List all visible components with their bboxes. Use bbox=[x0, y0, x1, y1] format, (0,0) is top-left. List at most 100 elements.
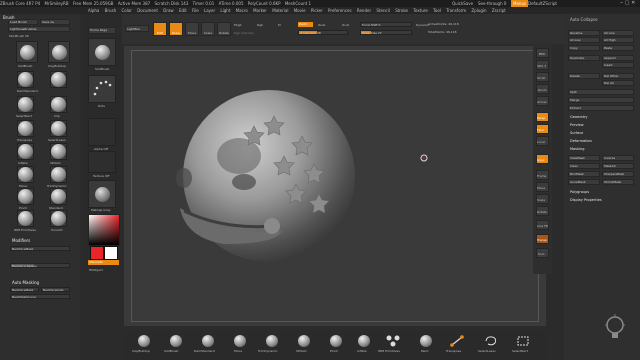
delete-button[interactable]: Delete bbox=[568, 73, 600, 79]
menu-light[interactable]: Light bbox=[220, 8, 230, 13]
move-brush-icon[interactable] bbox=[234, 335, 246, 347]
material-thumb[interactable] bbox=[88, 180, 116, 208]
backface-radius-slider[interactable]: Backface Radius bbox=[10, 263, 70, 268]
blur-mask-button[interactable]: BlurMask bbox=[568, 171, 600, 177]
insert-button[interactable]: Insert bbox=[602, 62, 634, 68]
grow-mask-button[interactable]: GrowMask bbox=[568, 179, 600, 185]
append-button[interactable]: Append bbox=[602, 55, 634, 61]
backface-auto-button[interactable]: BackfaceAuto bbox=[41, 287, 70, 292]
menu-picker[interactable]: Picker bbox=[311, 8, 323, 13]
alpha-thumb[interactable] bbox=[88, 118, 116, 146]
texture-thumb[interactable] bbox=[88, 151, 116, 173]
transp-button[interactable]: Transp bbox=[536, 234, 549, 244]
gxyz-button[interactable]: Gxyz bbox=[536, 154, 549, 164]
m-button[interactable]: M bbox=[278, 23, 281, 27]
rotate-view-button[interactable]: Rotate bbox=[536, 206, 549, 216]
edit-button[interactable]: Edit bbox=[153, 22, 167, 36]
brush-slot[interactable] bbox=[16, 41, 38, 63]
menu-stencil[interactable]: Stencil bbox=[376, 8, 390, 13]
preview-section[interactable]: Preview bbox=[570, 123, 584, 127]
menu-draw[interactable]: Draw bbox=[163, 8, 173, 13]
brush-selectlasso[interactable] bbox=[50, 120, 67, 137]
bpr-button[interactable]: BPR bbox=[536, 48, 549, 58]
zadd-button[interactable]: Zadd bbox=[298, 22, 313, 27]
polygroups-section[interactable]: Polygroups bbox=[570, 190, 589, 194]
split-button[interactable]: Split bbox=[568, 89, 634, 95]
brush-hpolish[interactable] bbox=[50, 143, 67, 160]
sharpen-mask-button[interactable]: SharpenMask bbox=[602, 171, 634, 177]
menu-preferences[interactable]: Preferences bbox=[328, 8, 352, 13]
damstandard-brush-icon[interactable] bbox=[202, 335, 214, 347]
menu-material[interactable]: Material bbox=[272, 8, 288, 13]
solo-button[interactable]: Solo bbox=[536, 248, 549, 258]
backmask-curve-button[interactable]: BackMaskCurve bbox=[10, 294, 70, 299]
masking-section[interactable]: Masking bbox=[570, 147, 584, 151]
zoom-button[interactable]: Zoom bbox=[536, 84, 549, 94]
menu-macro[interactable]: Macro bbox=[236, 8, 248, 13]
merge-button[interactable]: Merge bbox=[568, 97, 634, 103]
menu-texture[interactable]: Texture bbox=[413, 8, 428, 13]
alternate-button[interactable]: Alternate bbox=[88, 260, 119, 265]
persp-button[interactable]: Persp bbox=[536, 112, 549, 122]
save-as-button[interactable]: Save As bbox=[40, 19, 70, 25]
secondary-color-swatch[interactable] bbox=[104, 246, 118, 260]
actual-button[interactable]: Actual bbox=[536, 96, 549, 106]
menu-document[interactable]: Document bbox=[137, 8, 158, 13]
brush-imm[interactable] bbox=[17, 210, 34, 227]
brush-clay[interactable] bbox=[48, 41, 70, 63]
geometry-section[interactable]: Geometry bbox=[570, 115, 587, 119]
duplicate-button[interactable]: Duplicate bbox=[568, 55, 600, 61]
del-all-button[interactable]: Del All bbox=[602, 80, 634, 86]
brush-move[interactable] bbox=[17, 166, 34, 183]
z-intensity-slider[interactable]: Z Intensity 38 bbox=[298, 30, 348, 35]
menu-zscript[interactable]: Zscript bbox=[492, 8, 506, 13]
brush-damstandard[interactable] bbox=[17, 71, 34, 88]
home-page-button[interactable]: Home Page bbox=[88, 27, 116, 34]
all-low-2-button[interactable]: All Low bbox=[568, 37, 600, 43]
frame-button[interactable]: Frame bbox=[536, 170, 549, 180]
imm-primitives-brush-icon[interactable] bbox=[386, 335, 400, 347]
default-script-button[interactable]: DefaultZScript bbox=[528, 0, 557, 7]
backface-mask-toggle[interactable]: BackfaceMask bbox=[10, 246, 70, 251]
scroll-button[interactable]: Scroll bbox=[536, 72, 549, 82]
claybuildup-brush-icon[interactable] bbox=[138, 335, 150, 347]
brush-standard[interactable] bbox=[50, 188, 67, 205]
surface-section[interactable]: Surface bbox=[570, 131, 583, 135]
brush-pinch[interactable] bbox=[17, 188, 34, 205]
slotbrush-brush-icon[interactable] bbox=[170, 335, 182, 347]
lightbox-button[interactable]: LightBox bbox=[125, 25, 149, 32]
floor-button[interactable]: Floor bbox=[536, 124, 549, 134]
current-brush-thumb[interactable] bbox=[88, 38, 116, 66]
deformation-section[interactable]: Deformation bbox=[570, 139, 592, 143]
all-low-button[interactable]: All Low bbox=[602, 30, 634, 36]
spix-button[interactable]: SPix 3 bbox=[536, 60, 549, 70]
zsub-button[interactable]: Zsub bbox=[318, 23, 325, 27]
menu-zplugin[interactable]: Zplugin bbox=[471, 8, 486, 13]
display-properties-section[interactable]: Display Properties bbox=[570, 198, 602, 202]
scale-button[interactable]: Scale bbox=[201, 22, 215, 36]
menu-file[interactable]: File bbox=[192, 8, 199, 13]
zcut-button[interactable]: Zcut bbox=[342, 23, 349, 27]
menu-color[interactable]: Color bbox=[121, 8, 131, 13]
extract-button[interactable]: Extract bbox=[568, 105, 634, 111]
scale-view-button[interactable]: Scale bbox=[536, 194, 549, 204]
draw-button[interactable]: Draw bbox=[169, 22, 183, 36]
menu-marker[interactable]: Marker bbox=[253, 8, 267, 13]
color-picker[interactable] bbox=[88, 214, 120, 246]
menu-alpha[interactable]: Alpha bbox=[88, 8, 99, 13]
paint-brush-icon[interactable] bbox=[420, 335, 432, 347]
copy-button[interactable]: Copy bbox=[568, 45, 600, 51]
modifiers-header[interactable]: Modifiers bbox=[12, 238, 30, 243]
selectlasso-brush-icon[interactable] bbox=[484, 335, 498, 347]
menu-transform[interactable]: Transform bbox=[446, 8, 466, 13]
stroke-thumb[interactable] bbox=[88, 75, 116, 103]
brush-inflate[interactable] bbox=[17, 143, 34, 160]
brush-selectrect[interactable] bbox=[50, 71, 67, 88]
mask-all-button[interactable]: MaskAll bbox=[602, 163, 634, 169]
rotate-button[interactable]: Rotate bbox=[217, 22, 231, 36]
menus-button[interactable]: Menus bbox=[511, 0, 529, 7]
backface-mask-button[interactable]: BackfaceMask bbox=[10, 287, 39, 292]
move-view-button[interactable]: Move bbox=[536, 182, 549, 192]
rename-button[interactable]: Rename bbox=[568, 30, 600, 36]
seethrough-slider[interactable]: See-through 0 bbox=[478, 0, 506, 7]
